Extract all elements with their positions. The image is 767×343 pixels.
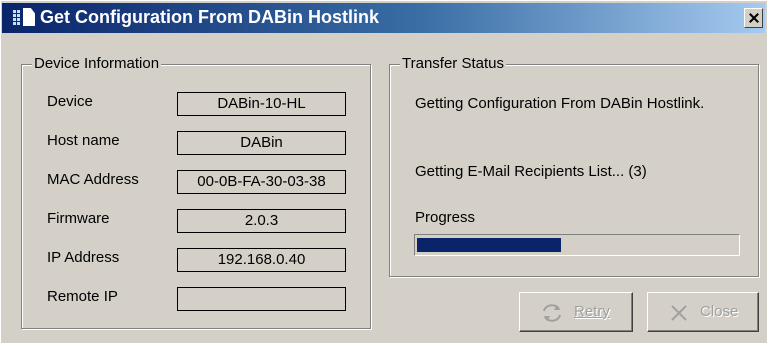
window-title: Get Configuration From DABin Hostlink [40, 7, 379, 27]
retry-icon [540, 302, 564, 328]
transfer-status-group-label: Transfer Status [400, 55, 506, 72]
progress-label: Progress [415, 209, 476, 226]
mac-address-label: MAC Address [47, 171, 139, 188]
close-x-icon [668, 302, 690, 328]
progress-bar-fill [417, 238, 561, 252]
ip-address-label: IP Address [47, 249, 120, 266]
retry-button[interactable]: Retry [519, 292, 633, 332]
dialog-window: Get Configuration From DABin Hostlink De… [0, 0, 767, 343]
remote-ip-value-field [177, 287, 346, 311]
device-label: Device [47, 93, 93, 110]
close-button-label: Close [700, 303, 739, 320]
close-button[interactable]: Close [647, 292, 759, 332]
device-value-field: DABin-10-HL [177, 92, 346, 116]
firmware-value-field: 2.0.3 [177, 209, 346, 233]
mac-address-value-field: 00-0B-FA-30-03-38 [177, 170, 346, 194]
transfer-status-text: Getting Configuration From DABin Hostlin… [415, 95, 705, 112]
host-name-label: Host name [47, 132, 120, 149]
remote-ip-label: Remote IP [47, 288, 118, 305]
firmware-label: Firmware [47, 210, 110, 227]
retry-button-label: Retry [574, 303, 610, 320]
document-icon [23, 8, 35, 26]
title-close-button[interactable] [744, 8, 763, 28]
ip-address-value-field: 192.168.0.40 [177, 248, 346, 272]
host-name-value-field: DABin [177, 131, 346, 155]
title-bar[interactable]: Get Configuration From DABin Hostlink [2, 3, 765, 33]
device-information-group-label: Device Information [32, 55, 162, 72]
progress-bar [414, 234, 740, 256]
transfer-detail-text: Getting E-Mail Recipients List... (3) [415, 163, 647, 180]
app-icon [13, 10, 21, 26]
